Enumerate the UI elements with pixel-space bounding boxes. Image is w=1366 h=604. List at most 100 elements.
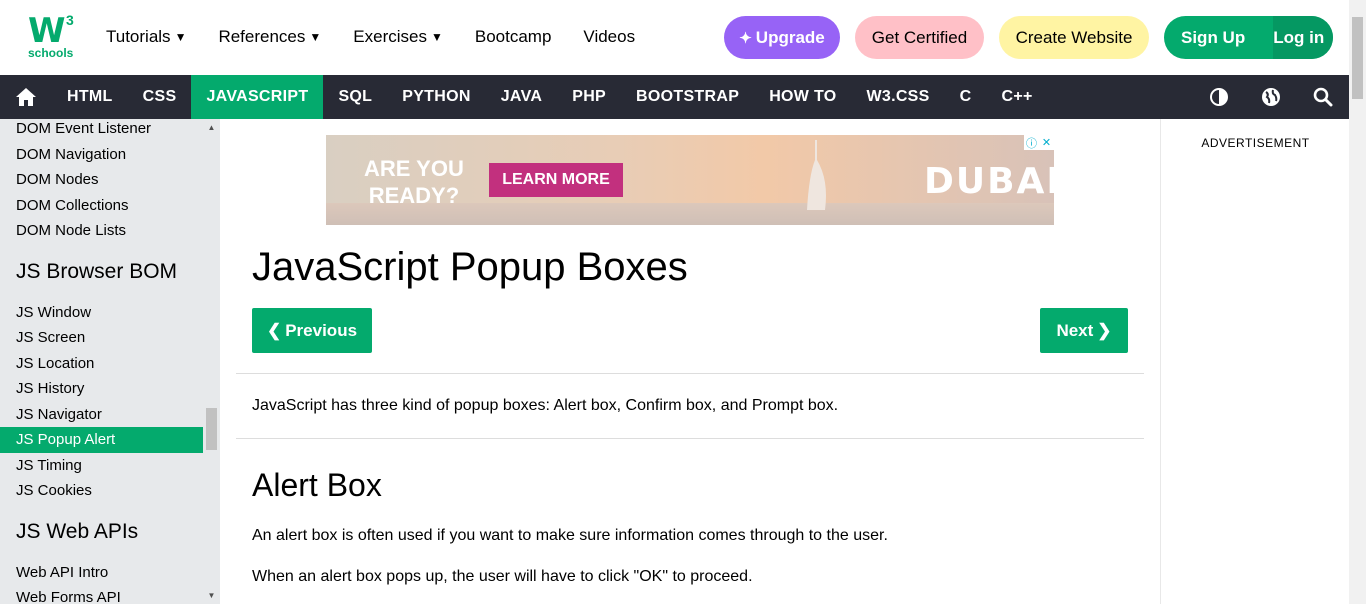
sidebar-item[interactable]: DOM Navigation	[0, 142, 203, 168]
sidebar-scrollbar[interactable]: ▲ ▼	[203, 119, 220, 604]
caret-down-icon: ▼	[430, 30, 443, 44]
subject-link-c[interactable]: C++	[987, 75, 1048, 119]
subject-link-bootstrap[interactable]: BOOTSTRAP	[621, 75, 754, 119]
subject-link-php[interactable]: PHP	[557, 75, 621, 119]
sidebar-heading: JS Web APIs	[16, 519, 139, 543]
auth-button-group: Sign Up Log in	[1164, 16, 1333, 59]
sidebar-item[interactable]: JS Navigator	[0, 402, 203, 428]
search-icon	[1313, 87, 1333, 107]
subject-link-python[interactable]: PYTHON	[387, 75, 485, 119]
ad-question: ARE YOU READY?	[364, 155, 464, 209]
ad-close-icon[interactable]: ✕	[1039, 135, 1054, 150]
globe-icon	[1262, 88, 1280, 106]
sidebar: DOM Event Listener DOM Navigation DOM Node…	[0, 119, 220, 604]
sidebar-heading: JS Browser BOM	[16, 259, 178, 283]
banner-ad[interactable]: ARE YOU READY? LEARN MORE DUBAI ⓘ ✕	[326, 135, 1054, 225]
subject-link-javascript[interactable]: JAVASCRIPT	[191, 75, 324, 119]
sidebar-item[interactable]: Web Forms API	[0, 585, 203, 604]
ad-controls: ⓘ ✕	[1024, 135, 1054, 150]
caret-down-icon: ▼	[174, 30, 187, 44]
language-button[interactable]	[1245, 75, 1297, 119]
subject-link-c[interactable]: C	[945, 75, 987, 119]
divider	[236, 438, 1144, 439]
paragraph: When an alert box pops up, the user will…	[252, 568, 753, 585]
subject-nav-tools	[1193, 75, 1349, 119]
subject-link-how-to[interactable]: HOW TO	[754, 75, 851, 119]
subject-link-css[interactable]: CSS	[128, 75, 192, 119]
get-certified-label: Get Certified	[871, 27, 968, 47]
nav-videos[interactable]: Videos	[583, 27, 635, 47]
nav-bootcamp-label: Bootcamp	[474, 27, 552, 46]
subject-link-w3-css[interactable]: W3.CSS	[851, 75, 944, 119]
next-label: Next	[1056, 320, 1094, 340]
main-content: ARE YOU READY? LEARN MORE DUBAI ⓘ ✕ Java…	[236, 119, 1144, 604]
sidebar-item[interactable]: DOM Nodes	[0, 167, 203, 193]
subject-nav: HTML CSS JAVASCRIPT SQL PYTHON JAVA PHP BOOTSTR…	[0, 75, 1349, 119]
nav-videos-label: Videos	[583, 27, 636, 46]
advertisement-label: ADVERTISEMENT	[1201, 136, 1310, 150]
theme-toggle-button[interactable]	[1193, 75, 1245, 119]
window-scroll-thumb[interactable]	[1352, 17, 1363, 99]
top-nav: Tutorials ▼ References ▼ Exercises ▼ Bootca…	[106, 27, 667, 47]
window-scrollbar[interactable]	[1349, 0, 1366, 604]
subject-link-html[interactable]: HTML	[52, 75, 128, 119]
subject-link-java[interactable]: JAVA	[486, 75, 558, 119]
upgrade-button[interactable]: ✦ Upgrade	[724, 16, 840, 59]
divider	[236, 373, 1144, 374]
sign-up-button[interactable]: Sign Up	[1164, 28, 1245, 48]
subject-link-sql[interactable]: SQL	[323, 75, 387, 119]
ad-tower-image	[807, 140, 826, 210]
sidebar-item[interactable]: JS Cookies	[0, 478, 203, 504]
paragraph: An alert box is often used if you want t…	[252, 527, 888, 544]
logo-superscript: 3	[66, 12, 74, 28]
intro-text: JavaScript has three kind of popup boxes…	[252, 397, 839, 414]
get-certified-button[interactable]: Get Certified	[855, 16, 984, 59]
create-website-button[interactable]: Create Website	[999, 16, 1149, 59]
next-button[interactable]: Next ❯	[1040, 308, 1128, 353]
section-heading: Alert Box	[252, 467, 382, 503]
ad-brand: DUBAI	[924, 161, 1054, 202]
top-bar: W 3 schools Tutorials ▼ References ▼ Exerc…	[0, 0, 1349, 75]
sidebar-scroll-thumb[interactable]	[206, 408, 217, 450]
right-ad-column: ADVERTISEMENT	[1160, 119, 1349, 604]
nav-references-label: References	[218, 27, 306, 46]
sidebar-item[interactable]: JS Popup Alert	[0, 427, 203, 453]
sidebar-item[interactable]: JS Window	[0, 300, 203, 326]
sidebar-item[interactable]: JS Location	[0, 351, 203, 377]
logo-text: schools	[28, 46, 74, 60]
w3schools-logo[interactable]: W 3 schools	[28, 11, 78, 62]
nav-exercises[interactable]: Exercises ▼	[353, 27, 443, 47]
sidebar-item[interactable]: DOM Node Lists	[0, 218, 203, 244]
ad-question-line1: ARE YOU	[364, 156, 464, 181]
sidebar-item[interactable]: JS Screen	[0, 325, 203, 351]
scroll-up-icon[interactable]: ▲	[203, 119, 220, 136]
nav-references[interactable]: References ▼	[218, 27, 321, 47]
log-in-button[interactable]: Log in	[1273, 16, 1333, 59]
nav-tutorials[interactable]: Tutorials ▼	[106, 27, 186, 47]
home-button[interactable]	[0, 75, 52, 119]
nav-tutorials-label: Tutorials	[106, 27, 171, 46]
ad-learn-more-button[interactable]: LEARN MORE	[489, 163, 623, 197]
search-button[interactable]	[1297, 75, 1349, 119]
chevron-right-icon: ❯	[1097, 320, 1112, 340]
nav-exercises-label: Exercises	[353, 27, 427, 46]
sparkle-icon: ✦	[739, 29, 752, 47]
ad-info-icon[interactable]: ⓘ	[1024, 135, 1039, 150]
sidebar-item[interactable]: DOM Collections	[0, 193, 203, 219]
sidebar-item[interactable]: JS History	[0, 376, 203, 402]
ad-sea-image	[326, 203, 1054, 225]
create-website-label: Create Website	[1015, 27, 1133, 47]
upgrade-label: Upgrade	[755, 27, 825, 47]
sidebar-list: DOM Event Listener DOM Navigation DOM Node…	[0, 119, 203, 604]
chevron-left-icon: ❮	[266, 320, 282, 340]
subject-links: HTML CSS JAVASCRIPT SQL PYTHON JAVA PHP BOOTSTR…	[52, 75, 1048, 119]
scroll-down-icon[interactable]: ▼	[203, 587, 220, 604]
previous-button[interactable]: ❮ Previous	[252, 308, 372, 353]
sidebar-item[interactable]: JS Timing	[0, 453, 203, 479]
home-icon	[16, 88, 36, 106]
nav-bootcamp[interactable]: Bootcamp	[475, 27, 552, 47]
sidebar-item[interactable]: Web API Intro	[0, 560, 203, 586]
logo-mark: W	[28, 11, 65, 51]
sidebar-item[interactable]: DOM Event Listener	[0, 119, 203, 142]
caret-down-icon: ▼	[309, 30, 322, 44]
